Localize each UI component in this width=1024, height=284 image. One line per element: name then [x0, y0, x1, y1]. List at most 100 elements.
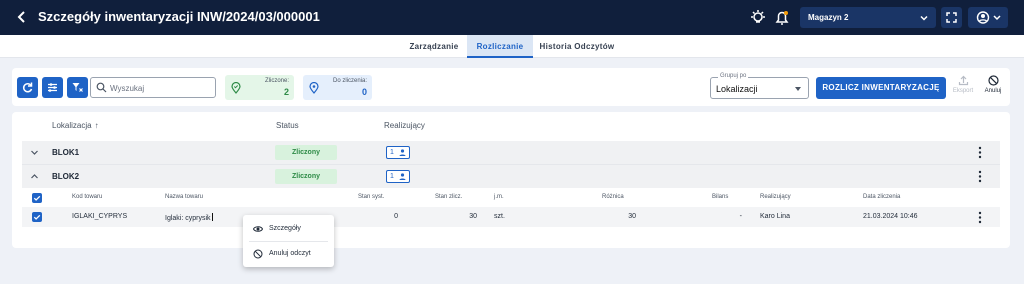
- counted-stat: Zliczone: 2: [225, 75, 294, 100]
- dropdown-arrow-icon: [795, 87, 801, 91]
- column-header-unit[interactable]: j.m.: [494, 194, 504, 200]
- checkmark-icon: [33, 214, 41, 220]
- column-header-date[interactable]: Data zliczenia: [863, 194, 900, 200]
- chevron-down-icon[interactable]: [30, 148, 39, 157]
- column-header-assignee[interactable]: Realizujący: [384, 121, 425, 130]
- menu-item-cancel-read-label: Anuluj odczyt: [269, 250, 311, 257]
- group-name: BLOK1: [52, 148, 80, 157]
- refresh-button[interactable]: [17, 77, 38, 98]
- group-row[interactable]: BLOK2 Zliczony 1: [22, 165, 1000, 188]
- cancel-button[interactable]: Anuluj: [980, 75, 1006, 103]
- warehouse-select-value: Magazyn 2: [808, 13, 849, 22]
- export-button[interactable]: Eksport: [950, 75, 976, 103]
- cell-unit: szt.: [494, 213, 505, 220]
- column-header-assignee[interactable]: Realizujący: [760, 194, 791, 200]
- cell-balance: -: [739, 213, 742, 220]
- block-icon: [987, 75, 999, 86]
- fullscreen-icon: [946, 12, 957, 23]
- fullscreen-button[interactable]: [941, 7, 962, 28]
- tab-bar: Zarządzanie Rozliczanie Historia Odczytó…: [0, 35, 1024, 58]
- search-input[interactable]: [110, 81, 210, 95]
- column-header-status[interactable]: Status: [276, 121, 299, 130]
- back-arrow-icon[interactable]: [14, 9, 30, 25]
- column-header-location-label: Lokalizacja: [52, 121, 92, 130]
- column-header-location[interactable]: Lokalizacja ↑: [52, 121, 99, 130]
- group-name: BLOK2: [52, 172, 80, 181]
- group-by-value: Lokalizacji: [716, 84, 758, 94]
- page-title: Szczegóły inwentaryzacji INW/2024/03/000…: [38, 9, 320, 24]
- status-badge: Zliczony: [275, 169, 337, 184]
- column-header-balance[interactable]: Bilans: [712, 194, 728, 200]
- assignee-chip[interactable]: 1: [386, 146, 410, 159]
- table-row[interactable]: IGLAKI_CYPRYS Iglaki: cyprysik 0 30 szt.…: [22, 207, 1000, 227]
- column-header-system-stock[interactable]: Stan syst.: [358, 194, 384, 200]
- to-settle-stat: Do zliczenia: 0: [303, 75, 372, 100]
- cell-counted-stock: 30: [469, 213, 477, 220]
- status-badge: Zliczony: [275, 145, 337, 160]
- person-icon: [399, 173, 406, 180]
- cell-date: 21.03.2024 10:46: [863, 213, 918, 220]
- more-vertical-icon[interactable]: [977, 170, 983, 183]
- more-vertical-icon[interactable]: [977, 146, 983, 159]
- to-settle-value: 0: [361, 87, 367, 97]
- tab-rozliczanie[interactable]: Rozliczanie: [467, 35, 533, 58]
- group-by-select[interactable]: Grupuj po Lokalizacji: [710, 73, 809, 99]
- group-row[interactable]: BLOK1 Zliczony 1: [22, 141, 1000, 164]
- sort-ascending-icon: ↑: [94, 121, 99, 130]
- warehouse-select[interactable]: Magazyn 2: [800, 7, 936, 28]
- inventory-table: Lokalizacja ↑ Status Realizujący BLOK1 Zl…: [12, 112, 1010, 248]
- counted-label: Zliczone:: [264, 78, 289, 84]
- filter-clear-icon: [72, 83, 83, 92]
- assignee-count: 1: [390, 149, 394, 156]
- user-menu-button[interactable]: [968, 7, 1008, 28]
- column-header-code[interactable]: Kod towaru: [72, 194, 102, 200]
- row-context-menu: Szczegóły Anuluj odczyt: [243, 215, 334, 267]
- refresh-icon: [22, 82, 33, 93]
- export-icon: [958, 75, 968, 86]
- search-box[interactable]: [90, 77, 216, 98]
- person-icon: [399, 149, 406, 156]
- clear-filter-button[interactable]: [67, 77, 88, 98]
- cancel-label: Anuluj: [984, 88, 1002, 94]
- cell-code: IGLAKI_CYPRYS: [72, 213, 128, 220]
- assignee-count: 1: [390, 173, 394, 180]
- location-pin-check-icon: [231, 82, 241, 94]
- chevron-up-icon[interactable]: [30, 172, 39, 181]
- more-vertical-icon[interactable]: [977, 211, 983, 224]
- tab-zarzadzanie[interactable]: Zarządzanie: [402, 35, 466, 58]
- row-checkbox[interactable]: [32, 212, 42, 222]
- cell-system-stock: 0: [394, 213, 398, 220]
- settle-inventory-button[interactable]: ROZLICZ INWENTARYZACJĘ: [816, 77, 946, 99]
- column-header-name[interactable]: Nazwa towaru: [165, 194, 203, 200]
- filter-settings-button[interactable]: [42, 77, 63, 98]
- to-settle-label: Do zliczenia:: [332, 78, 367, 84]
- group-by-legend: Grupuj po: [718, 73, 749, 79]
- cell-name: Iglaki: cyprysik: [165, 213, 213, 222]
- column-header-counted-stock[interactable]: Stan zlicz.: [435, 194, 462, 200]
- location-pin-icon: [309, 82, 319, 94]
- top-bar: Szczegóły inwentaryzacji INW/2024/03/000…: [0, 0, 1024, 35]
- menu-item-cancel-read[interactable]: Anuluj odczyt: [243, 242, 334, 266]
- item-table-header: Kod towaru Nazwa towaru Stan syst. Stan …: [22, 190, 1000, 206]
- export-label: Eksport: [952, 88, 974, 94]
- checkmark-icon: [33, 195, 41, 201]
- text-cursor: [211, 213, 213, 221]
- column-header-difference[interactable]: Różnica: [602, 194, 624, 200]
- cell-assignee: Karo Lina: [760, 213, 790, 220]
- select-all-checkbox[interactable]: [32, 193, 42, 203]
- assignee-chip[interactable]: 1: [386, 170, 410, 183]
- tab-historia-odczytow[interactable]: Historia Odczytów: [534, 35, 620, 58]
- counted-value: 2: [283, 87, 289, 97]
- sliders-icon: [48, 83, 57, 92]
- cell-difference: 30: [628, 213, 636, 220]
- eye-icon: [253, 226, 263, 232]
- cell-name-text: Iglaki: cyprysik: [165, 215, 211, 222]
- lightbulb-icon[interactable]: [748, 8, 768, 28]
- notification-bell-icon[interactable]: [772, 8, 792, 28]
- block-icon: [253, 249, 263, 259]
- menu-item-details[interactable]: Szczegóły: [243, 217, 334, 241]
- menu-item-details-label: Szczegóły: [269, 225, 301, 232]
- user-account-icon: [976, 11, 1001, 24]
- toolbar: Zliczone: 2 Do zliczenia: 0 Grupuj po Lo…: [12, 68, 1010, 106]
- chevron-down-icon: [920, 15, 928, 21]
